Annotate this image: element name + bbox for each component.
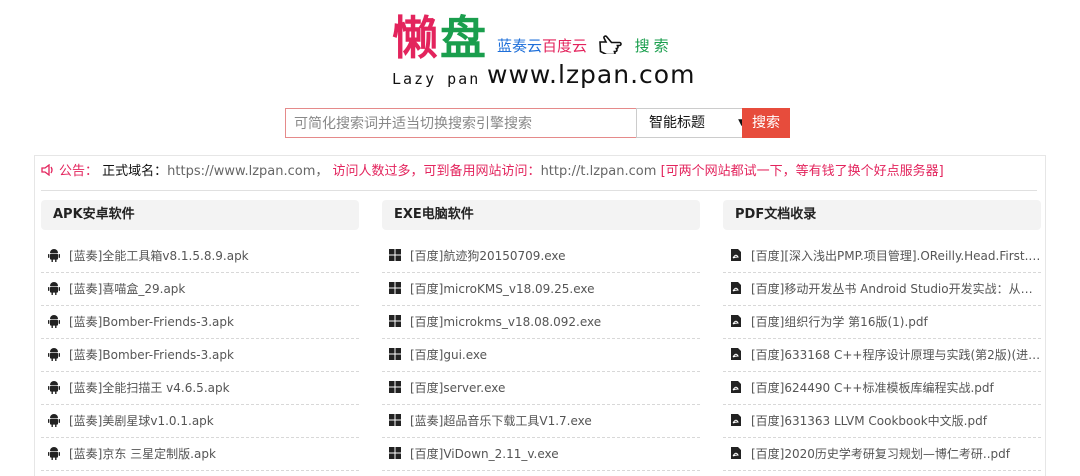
list-item[interactable]: [百度]microKMS_v18.09.25.exe	[382, 273, 700, 306]
column-pdf: PDF文档收录 [百度][深入浅出PMP.项目管理].OReilly.Head.…	[723, 200, 1041, 471]
column-apk: APK安卓软件 [蓝奏]全能工具箱v8.1.5.8.9.apk [蓝奏]喜喵盒_2…	[41, 200, 359, 471]
list-item-label: [百度]移动开发丛书 Android Studio开发实战：从零基础到App上线…	[751, 282, 1041, 296]
backup-link[interactable]: http://t.lzpan.com	[541, 164, 657, 179]
list-item[interactable]: [百度][深入浅出PMP.项目管理].OReilly.Head.First.PM…	[723, 240, 1041, 273]
logo-title: 懒盘	[392, 11, 488, 65]
logo-subtitle: 蓝奏云百度云 搜索	[497, 34, 673, 56]
list-item-label: [百度]组织行为学 第16版(1).pdf	[751, 315, 928, 329]
pdf-file-icon	[731, 348, 741, 360]
list-item-label: [蓝奏]喜喵盒_29.apk	[69, 282, 186, 296]
list-item-label: [蓝奏]全能扫描王 v4.6.5.apk	[69, 381, 230, 395]
list-item-label: [蓝奏]美剧星球v1.0.1.apk	[69, 414, 214, 428]
content-panel: 公告： 正式域名：https://www.lzpan.com， 访问人数过多，可…	[34, 155, 1046, 476]
column-title: EXE电脑软件	[382, 200, 700, 230]
windows-icon	[389, 315, 401, 327]
backup-text: 访问人数过多，可到备用网站访问：	[332, 164, 541, 179]
domain-label: 正式域名：	[102, 164, 168, 179]
pdf-file-icon	[731, 249, 741, 261]
pdf-file-icon	[731, 282, 741, 294]
divider	[41, 190, 1037, 191]
list-item-label: [蓝奏]Bomber-Friends-3.apk	[69, 348, 234, 362]
list-item-label: [百度]624490 C++标准模板库编程实战.pdf	[751, 381, 994, 395]
list-item[interactable]: [百度]server.exe	[382, 372, 700, 405]
list-item[interactable]: [百度]组织行为学 第16版(1).pdf	[723, 306, 1041, 339]
windows-icon	[389, 447, 401, 459]
windows-icon	[389, 282, 401, 294]
list-item-label: [蓝奏]超品音乐下载工具V1.7.exe	[410, 414, 592, 428]
list-item-label: [蓝奏]京东 三星定制版.apk	[69, 447, 216, 461]
list-item[interactable]: [百度]航迹狗20150709.exe	[382, 240, 700, 273]
windows-icon	[389, 414, 401, 426]
android-icon	[48, 447, 60, 460]
list-item[interactable]: [蓝奏]超品音乐下载工具V1.7.exe	[382, 405, 700, 438]
list-item-label: [百度]server.exe	[410, 381, 506, 395]
pdf-file-icon	[731, 381, 741, 393]
notice-label: 公告：	[59, 164, 99, 179]
logo-url: www.lzpan.com	[487, 60, 696, 89]
list-item-label: [百度]633168 C++程序设计原理与实践(第2版)(进阶篇).pdf	[751, 348, 1041, 362]
list-item[interactable]: [蓝奏]京东 三星定制版.apk	[41, 438, 359, 471]
windows-icon	[389, 348, 401, 360]
list-item[interactable]: [蓝奏]全能工具箱v8.1.5.8.9.apk	[41, 240, 359, 273]
android-icon	[48, 249, 60, 262]
list-item-label: [蓝奏]全能工具箱v8.1.5.8.9.apk	[69, 249, 249, 263]
pdf-file-icon	[731, 414, 741, 426]
pointing-hand-icon	[598, 35, 622, 54]
list-item-label: [百度]microKMS_v18.09.25.exe	[410, 282, 595, 296]
notice-bar: 公告： 正式域名：https://www.lzpan.com， 访问人数过多，可…	[35, 156, 1045, 188]
list-item-label: [百度]航迹狗20150709.exe	[410, 249, 566, 263]
search-mode-value: 智能标题	[649, 115, 705, 131]
domain-link[interactable]: https://www.lzpan.com，	[167, 164, 328, 179]
notice-extra: [可两个网站都试一下，等有钱了换个好点服务器]	[660, 164, 944, 179]
list-item-label: [百度]ViDown_2.11_v.exe	[410, 447, 559, 461]
list-item[interactable]: [百度]2020历史学考研复习规划—博仁考研..pdf	[723, 438, 1041, 471]
speaker-icon	[41, 163, 53, 177]
list-item-label: [百度]631363 LLVM Cookbook中文版.pdf	[751, 414, 987, 428]
column-exe: EXE电脑软件 [百度]航迹狗20150709.exe [百度]microKMS_…	[382, 200, 700, 471]
site-logo[interactable]: 懒盘 蓝奏云百度云 搜索 Lazy pan www.lzpan.com	[0, 0, 1080, 100]
column-title: APK安卓软件	[41, 200, 359, 230]
pdf-file-icon	[731, 315, 741, 327]
list-item[interactable]: [百度]624490 C++标准模板库编程实战.pdf	[723, 372, 1041, 405]
windows-icon	[389, 381, 401, 393]
android-icon	[48, 282, 60, 295]
list-item-label: [百度]gui.exe	[410, 348, 488, 362]
logo-lazy-pan: Lazy pan	[392, 70, 481, 88]
search-input[interactable]: 可简化搜索词并适当切换搜索引擎搜索	[285, 108, 645, 138]
android-icon	[48, 348, 60, 361]
list-item-label: [蓝奏]Bomber-Friends-3.apk	[69, 315, 234, 329]
list-item-label: [百度]microkms_v18.08.092.exe	[410, 315, 602, 329]
list-item[interactable]: [蓝奏]Bomber-Friends-3.apk	[41, 339, 359, 372]
windows-icon	[389, 249, 401, 261]
list-item[interactable]: [百度]631363 LLVM Cookbook中文版.pdf	[723, 405, 1041, 438]
file-list: [百度]航迹狗20150709.exe [百度]microKMS_v18.09.2…	[382, 240, 700, 471]
list-item[interactable]: [蓝奏]全能扫描王 v4.6.5.apk	[41, 372, 359, 405]
list-item[interactable]: [百度]633168 C++程序设计原理与实践(第2版)(进阶篇).pdf	[723, 339, 1041, 372]
list-item[interactable]: [百度]移动开发丛书 Android Studio开发实战：从零基础到App上线…	[723, 273, 1041, 306]
list-item[interactable]: [百度]gui.exe	[382, 339, 700, 372]
pdf-file-icon	[731, 447, 741, 459]
file-list: [百度][深入浅出PMP.项目管理].OReilly.Head.First.PM…	[723, 240, 1041, 471]
search-mode-select[interactable]: 智能标题 ▼	[636, 108, 754, 138]
list-item[interactable]: [百度]microkms_v18.08.092.exe	[382, 306, 700, 339]
android-icon	[48, 414, 60, 427]
list-item[interactable]: [蓝奏]美剧星球v1.0.1.apk	[41, 405, 359, 438]
list-item-label: [百度][深入浅出PMP.项目管理].OReilly.Head.First.PM…	[751, 249, 1041, 263]
list-item-label: [百度]2020历史学考研复习规划—博仁考研..pdf	[751, 447, 1010, 461]
list-item[interactable]: [蓝奏]喜喵盒_29.apk	[41, 273, 359, 306]
column-title: PDF文档收录	[723, 200, 1041, 230]
android-icon	[48, 315, 60, 328]
android-icon	[48, 381, 60, 394]
list-item[interactable]: [蓝奏]Bomber-Friends-3.apk	[41, 306, 359, 339]
file-list: [蓝奏]全能工具箱v8.1.5.8.9.apk [蓝奏]喜喵盒_29.apk [蓝奏…	[41, 240, 359, 471]
search-button[interactable]: 搜索	[742, 108, 790, 138]
list-item[interactable]: [百度]ViDown_2.11_v.exe	[382, 438, 700, 471]
